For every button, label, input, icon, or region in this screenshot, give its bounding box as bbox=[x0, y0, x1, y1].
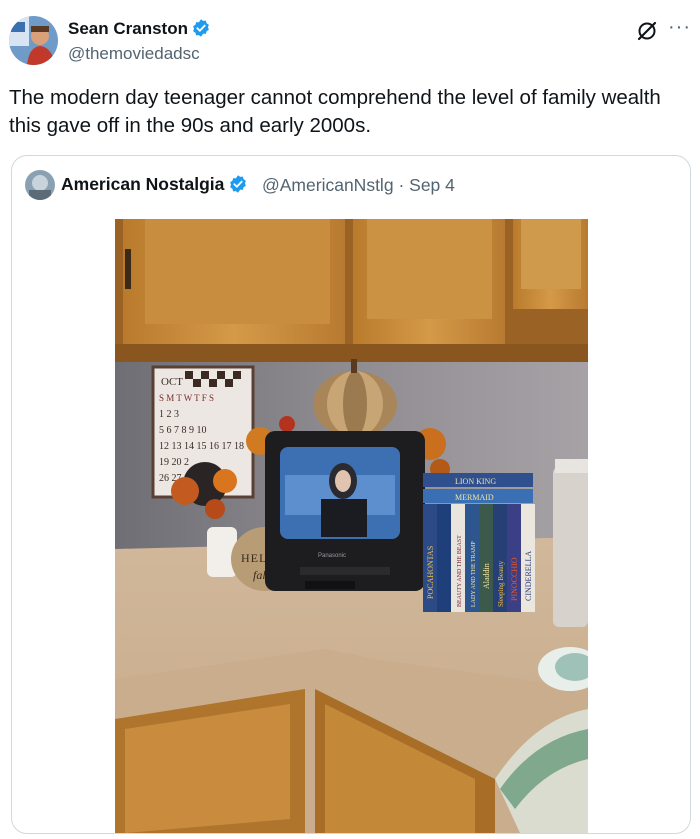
author-handle[interactable]: @themoviedadsc bbox=[68, 44, 200, 64]
vhs-cinderella: CINDERELLA bbox=[524, 551, 533, 601]
quoted-photo[interactable]: OCT S M T W T F S 1 2 3 5 6 7 8 9 10 12 … bbox=[115, 219, 588, 833]
grok-icon[interactable] bbox=[636, 20, 658, 42]
tweet-text: The modern day teenager cannot comprehen… bbox=[9, 86, 661, 137]
vhs-pinocchio: PINOCCHIO bbox=[510, 557, 519, 601]
vhs-mermaid: MERMAID bbox=[455, 493, 494, 502]
quoted-verified-badge-icon bbox=[230, 175, 247, 193]
calendar-row-4: 19 20 2 bbox=[159, 457, 189, 468]
vhs-aladdin: Aladdin bbox=[482, 563, 491, 589]
verified-badge-icon bbox=[193, 19, 209, 37]
quoted-date[interactable]: Sep 4 bbox=[409, 175, 455, 195]
quoted-meta: @AmericanNstlg · Sep 4 bbox=[262, 175, 455, 196]
author-name-text[interactable]: Sean Cranston bbox=[68, 19, 188, 38]
meta-separator: · bbox=[398, 175, 405, 195]
author-avatar[interactable] bbox=[9, 16, 58, 65]
calendar-row-2: 5 6 7 8 9 10 bbox=[159, 425, 207, 436]
tv-brand: Panasonic bbox=[318, 553, 346, 559]
quoted-author-avatar[interactable] bbox=[25, 170, 55, 200]
calendar-month: OCT bbox=[161, 376, 183, 388]
vhs-beauty-beast: BEAUTY AND THE BEAST bbox=[457, 535, 463, 607]
vhs-sleeping-beauty: Sleeping Beauty bbox=[497, 560, 505, 607]
calendar-row-3: 12 13 14 15 16 17 18 bbox=[159, 441, 244, 452]
more-options-icon[interactable]: ··· bbox=[668, 17, 692, 40]
vhs-lion-king: LION KING bbox=[455, 477, 496, 486]
avatar-image bbox=[9, 16, 58, 65]
quoted-author-handle[interactable]: @AmericanNstlg bbox=[262, 175, 394, 195]
calendar-weekdays: S M T W T F S bbox=[159, 393, 214, 403]
vhs-pocahontas: POCAHONTAS bbox=[426, 546, 435, 599]
quoted-author-name-text[interactable]: American Nostalgia bbox=[61, 174, 224, 194]
vhs-lady-tramp: LADY AND THE TRAMP bbox=[471, 541, 477, 607]
quoted-author-name[interactable]: American Nostalgia bbox=[61, 174, 248, 195]
calendar-row-1: 1 2 3 bbox=[159, 409, 179, 420]
author-name[interactable]: Sean Cranston bbox=[68, 18, 211, 39]
kitchen-photo-illustration: OCT S M T W T F S 1 2 3 5 6 7 8 9 10 12 … bbox=[115, 219, 588, 833]
quoted-tweet-card[interactable]: American Nostalgia @AmericanNstlg · Sep … bbox=[11, 155, 691, 834]
quoted-avatar-image bbox=[25, 170, 55, 200]
